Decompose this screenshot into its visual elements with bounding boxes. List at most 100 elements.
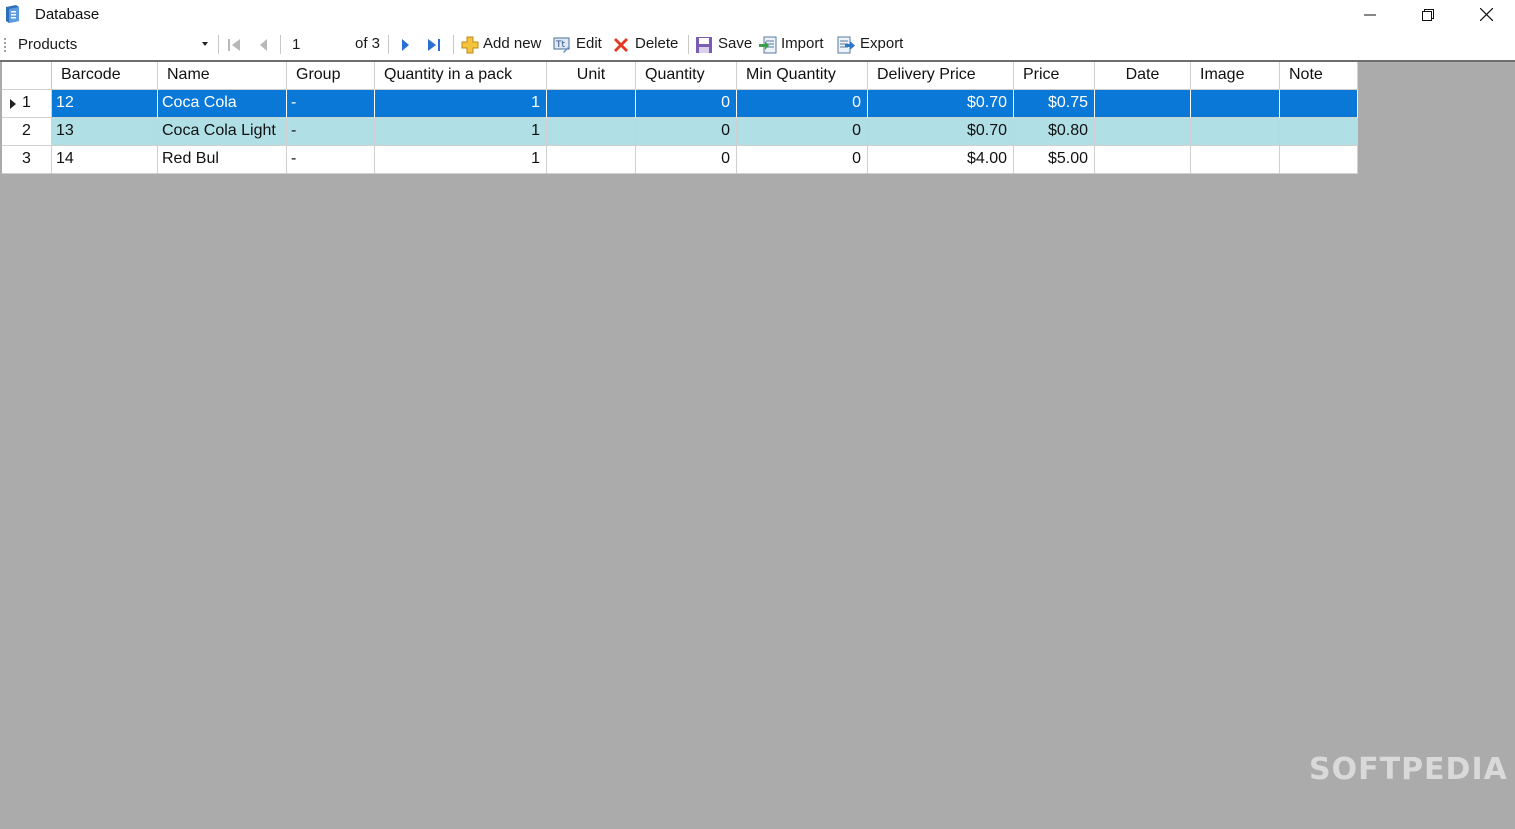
current-row-indicator-icon	[10, 99, 16, 109]
column-header-label: Date	[1125, 66, 1160, 83]
row-header[interactable]: 3	[2, 146, 52, 174]
toolbar-separator	[218, 35, 219, 54]
table-cell-note[interactable]	[1280, 90, 1358, 118]
toolbar: Products 1 of 3 Add new Tt Edit Delete S…	[0, 29, 1515, 62]
column-header-image[interactable]: Image	[1191, 62, 1280, 90]
table-cell-date[interactable]	[1095, 90, 1191, 118]
column-header-name[interactable]: Name	[158, 62, 287, 90]
title-bar: Database	[0, 0, 1515, 29]
products-grid[interactable]: Barcode Name Group Quantity in a pack Un…	[2, 62, 1358, 174]
table-cell-min-quantity[interactable]: 0	[737, 146, 868, 174]
table-cell-name[interactable]: Coca Cola	[158, 90, 287, 118]
column-header-min-quantity[interactable]: Min Quantity	[737, 62, 868, 90]
row-header[interactable]: 1	[2, 90, 52, 118]
column-header-group[interactable]: Group	[287, 62, 375, 90]
row-number: 1	[22, 94, 31, 111]
column-header-delivery-price[interactable]: Delivery Price	[868, 62, 1014, 90]
minimize-icon	[1364, 14, 1376, 15]
record-position-value: 1	[292, 36, 301, 53]
table-cell-image[interactable]	[1191, 90, 1280, 118]
import-button[interactable]: Import	[781, 35, 824, 52]
table-cell-delivery-price[interactable]: $0.70	[868, 118, 1014, 146]
table-cell-group[interactable]: -	[287, 146, 375, 174]
table-cell-quantity[interactable]: 0	[636, 118, 737, 146]
row-number: 3	[22, 150, 31, 167]
row-header[interactable]: 2	[2, 118, 52, 146]
column-header-label: Quantity in a pack	[384, 66, 513, 83]
table-cell-image[interactable]	[1191, 118, 1280, 146]
table-cell-name[interactable]: Coca Cola Light	[158, 118, 287, 146]
column-header-unit[interactable]: Unit	[547, 62, 636, 90]
restore-button[interactable]	[1399, 0, 1457, 29]
column-header-label: Barcode	[61, 66, 121, 83]
delete-button[interactable]: Delete	[635, 35, 678, 52]
column-header-label: Image	[1200, 66, 1245, 83]
window-title: Database	[35, 6, 100, 23]
column-header-price[interactable]: Price	[1014, 62, 1095, 90]
column-header-label: Quantity	[645, 66, 705, 83]
table-cell-price[interactable]: $5.00	[1014, 146, 1095, 174]
import-icon[interactable]	[759, 36, 777, 54]
close-button[interactable]	[1457, 0, 1515, 29]
edit-icon[interactable]: Tt	[553, 36, 571, 54]
table-cell-group[interactable]: -	[287, 90, 375, 118]
table-cell-barcode[interactable]: 12	[52, 90, 158, 118]
table-cell-delivery-price[interactable]: $4.00	[868, 146, 1014, 174]
table-cell-note[interactable]	[1280, 118, 1358, 146]
table-cell-barcode[interactable]: 14	[52, 146, 158, 174]
grid-corner-cell[interactable]	[2, 62, 52, 90]
table-cell-unit[interactable]	[547, 146, 636, 174]
table-cell-date[interactable]	[1095, 118, 1191, 146]
toolbar-grip[interactable]	[4, 37, 6, 53]
restore-icon	[1422, 8, 1434, 21]
column-header-date[interactable]: Date	[1095, 62, 1191, 90]
export-button[interactable]: Export	[860, 35, 903, 52]
close-icon	[1479, 8, 1493, 21]
last-record-icon[interactable]	[425, 36, 443, 54]
previous-record-icon[interactable]	[255, 36, 273, 54]
column-header-label: Note	[1289, 66, 1323, 83]
column-header-label: Delivery Price	[877, 66, 976, 83]
table-select[interactable]: Products	[14, 34, 212, 55]
column-header-label: Price	[1023, 66, 1060, 83]
table-cell-min-quantity[interactable]: 0	[737, 90, 868, 118]
table-cell-name[interactable]: Red Bul	[158, 146, 287, 174]
table-cell-quantity[interactable]: 0	[636, 90, 737, 118]
add-new-icon[interactable]	[461, 36, 479, 54]
column-header-label: Unit	[576, 66, 606, 83]
column-header-note[interactable]: Note	[1280, 62, 1358, 90]
table-cell-quantity[interactable]: 0	[636, 146, 737, 174]
table-cell-quantity-in-pack[interactable]: 1	[375, 118, 547, 146]
column-header-label: Min Quantity	[746, 66, 836, 83]
edit-button[interactable]: Edit	[576, 35, 602, 52]
chevron-down-icon	[202, 42, 208, 46]
column-header-quantity-in-pack[interactable]: Quantity in a pack	[375, 62, 547, 90]
table-cell-barcode[interactable]: 13	[52, 118, 158, 146]
minimize-button[interactable]	[1341, 0, 1399, 29]
table-cell-date[interactable]	[1095, 146, 1191, 174]
export-icon[interactable]	[837, 36, 855, 54]
table-cell-unit[interactable]	[547, 118, 636, 146]
first-record-icon[interactable]	[225, 36, 243, 54]
record-position-input[interactable]: 1	[288, 34, 346, 55]
toolbar-separator	[280, 35, 281, 54]
table-cell-quantity-in-pack[interactable]: 1	[375, 90, 547, 118]
table-cell-note[interactable]	[1280, 146, 1358, 174]
row-number: 2	[22, 122, 31, 139]
table-cell-image[interactable]	[1191, 146, 1280, 174]
delete-icon[interactable]	[612, 36, 630, 54]
column-header-barcode[interactable]: Barcode	[52, 62, 158, 90]
save-icon[interactable]	[695, 36, 713, 54]
table-cell-quantity-in-pack[interactable]: 1	[375, 146, 547, 174]
table-cell-unit[interactable]	[547, 90, 636, 118]
table-cell-delivery-price[interactable]: $0.70	[868, 90, 1014, 118]
table-cell-price[interactable]: $0.80	[1014, 118, 1095, 146]
table-cell-price[interactable]: $0.75	[1014, 90, 1095, 118]
record-count-label: of 3	[355, 35, 381, 52]
add-new-button[interactable]: Add new	[483, 35, 541, 52]
save-button[interactable]: Save	[718, 35, 752, 52]
column-header-quantity[interactable]: Quantity	[636, 62, 737, 90]
table-cell-min-quantity[interactable]: 0	[737, 118, 868, 146]
next-record-icon[interactable]	[396, 36, 414, 54]
table-cell-group[interactable]: -	[287, 118, 375, 146]
